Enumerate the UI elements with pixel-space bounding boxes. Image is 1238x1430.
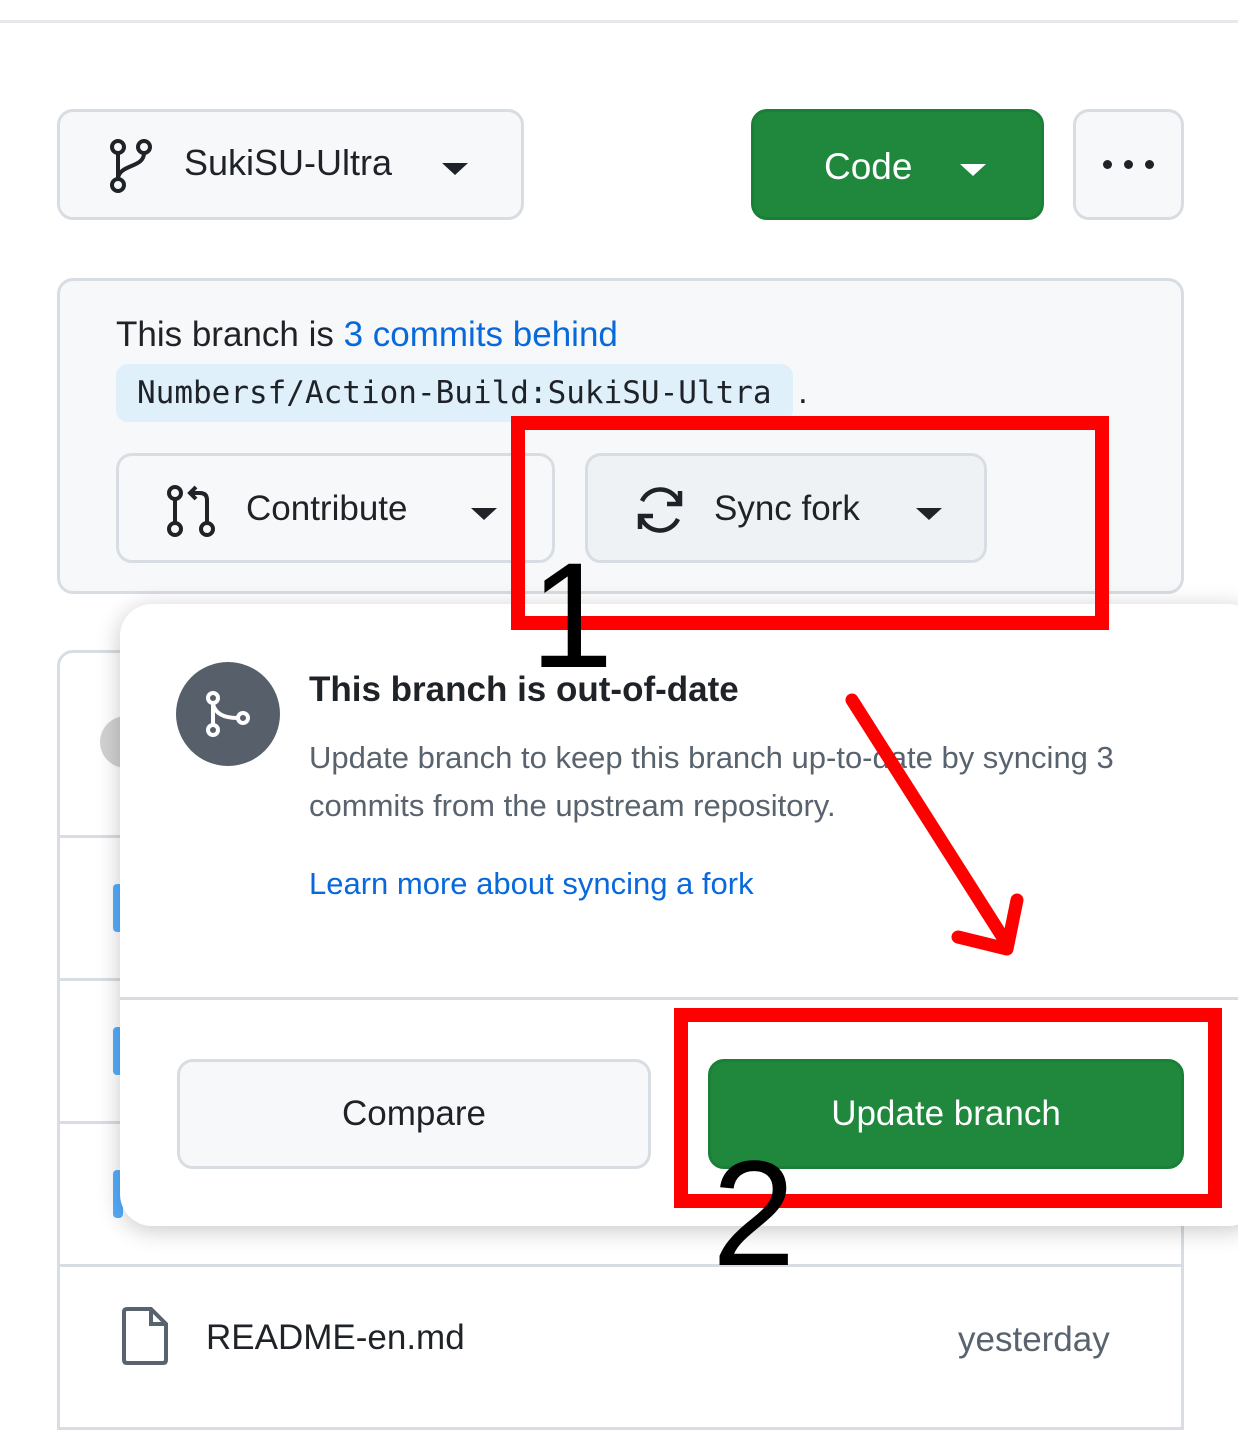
annotation-step-1: 1 (530, 531, 614, 699)
annotation-arrow (845, 693, 1024, 956)
annotation-step-2: 2 (712, 1129, 796, 1297)
